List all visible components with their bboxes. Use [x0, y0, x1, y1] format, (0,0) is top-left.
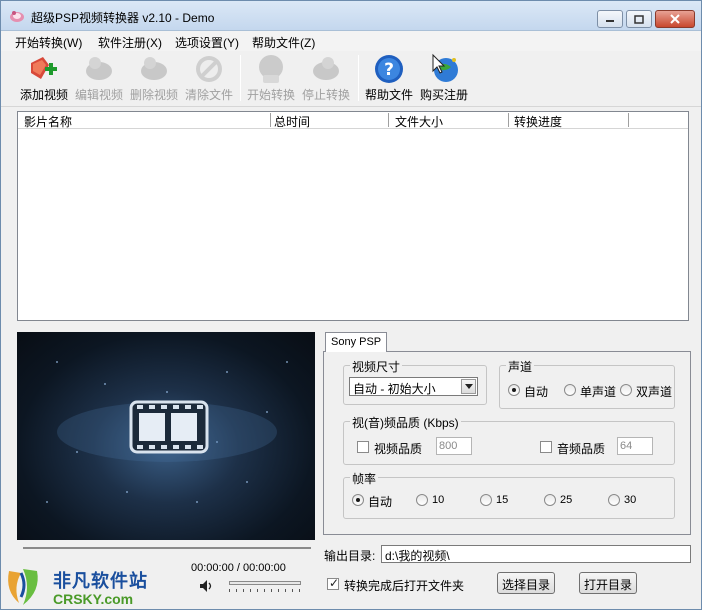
close-button[interactable] — [655, 10, 695, 28]
menu-start-convert[interactable]: 开始转换(W) — [15, 34, 82, 51]
column-divider[interactable] — [270, 113, 271, 127]
open-folder-label: 转换完成后打开文件夹 — [344, 579, 465, 593]
select-dir-button[interactable]: 选择目录 — [497, 572, 555, 594]
delete-video-button[interactable]: 删除视频 — [126, 53, 182, 105]
video-size-select[interactable]: 自动 - 初始大小 — [349, 377, 478, 396]
file-list[interactable]: 影片名称 总时间 文件大小 转换进度 — [17, 111, 689, 321]
framerate-25-label: 25 — [560, 494, 573, 506]
title-bar[interactable]: 超级PSP视频转换器 v2.10 - Demo — [1, 1, 701, 31]
add-video-label: 添加视频 — [19, 88, 68, 102]
toolbar-separator — [240, 55, 241, 101]
column-header-progress[interactable]: 转换进度 — [514, 113, 562, 130]
video-quality-checkbox[interactable] — [357, 441, 369, 453]
video-preview — [17, 332, 315, 540]
framerate-auto-label: 自动 — [368, 495, 393, 509]
close-icon — [670, 14, 680, 24]
globe-cursor-icon — [432, 53, 458, 82]
maximize-icon — [634, 14, 644, 24]
start-convert-label: 开始转换 — [246, 88, 295, 102]
watermark-site-name: 非凡软件站 — [53, 571, 148, 591]
audio-quality-input[interactable]: 64 — [617, 437, 653, 455]
channel-auto-radio[interactable] — [508, 384, 520, 396]
start-convert-icon — [259, 55, 283, 83]
file-list-header: 影片名称 总时间 文件大小 转换进度 — [18, 112, 688, 129]
video-size-value: 自动 - 初始大小 — [353, 382, 436, 396]
playback-time: 00:00:00 / 00:00:00 — [191, 562, 286, 574]
menu-register[interactable]: 软件注册(X) — [98, 34, 162, 51]
add-video-button[interactable]: 添加视频 — [16, 53, 72, 105]
column-divider[interactable] — [508, 113, 509, 127]
menu-options[interactable]: 选项设置(Y) — [175, 34, 239, 51]
open-dir-button[interactable]: 打开目录 — [579, 572, 637, 594]
column-divider[interactable] — [388, 113, 389, 127]
dropdown-button[interactable] — [461, 379, 476, 394]
svg-text:?: ? — [384, 60, 394, 80]
film-reel-icon — [46, 361, 288, 503]
stop-convert-button[interactable]: 停止转换 — [298, 53, 354, 105]
framerate-10-radio[interactable] — [416, 494, 428, 506]
open-folder-checkbox[interactable] — [327, 576, 339, 590]
maximize-button[interactable] — [626, 10, 652, 28]
volume-icon[interactable] — [199, 579, 215, 593]
framerate-30-radio[interactable] — [608, 494, 620, 506]
start-convert-button[interactable]: 开始转换 — [243, 53, 299, 105]
help-icon: ? — [375, 55, 403, 83]
volume-ticks — [229, 589, 301, 592]
output-dir-input[interactable]: d:\我的视频\ — [381, 545, 691, 563]
buy-register-label: 购买注册 — [419, 88, 468, 102]
framerate-15-radio[interactable] — [480, 494, 492, 506]
channel-stereo-label: 双声道 — [636, 385, 673, 399]
framerate-15-label: 15 — [496, 494, 509, 506]
audio-quality-checkbox[interactable] — [540, 441, 552, 453]
minimize-button[interactable] — [597, 10, 623, 28]
help-file-button[interactable]: ? 帮助文件 — [361, 53, 417, 105]
clear-files-button[interactable]: 清除文件 — [181, 53, 237, 105]
video-quality-input[interactable]: 800 — [436, 437, 472, 455]
toolbar-separator — [358, 55, 359, 101]
menu-help[interactable]: 帮助文件(Z) — [252, 34, 315, 51]
minimize-icon — [606, 20, 614, 22]
framerate-25-radio[interactable] — [544, 494, 556, 506]
edit-video-icon — [86, 57, 112, 80]
edit-video-label: 编辑视频 — [74, 88, 123, 102]
channel-auto-label: 自动 — [524, 385, 549, 399]
framerate-title: 帧率 — [350, 470, 379, 487]
window-title: 超级PSP视频转换器 v2.10 - Demo — [31, 11, 215, 25]
quality-title: 视(音)频品质 (Kbps) — [350, 414, 461, 431]
channel-mono-radio[interactable] — [564, 384, 576, 396]
seek-bar[interactable] — [23, 547, 311, 549]
clear-files-label: 清除文件 — [184, 88, 233, 102]
audio-quality-label: 音频品质 — [557, 442, 606, 456]
volume-slider[interactable] — [229, 581, 301, 585]
help-file-label: 帮助文件 — [364, 88, 413, 102]
app-logo-icon — [10, 11, 24, 22]
toolbar: 添加视频 编辑视频 删除视频 清除文件 开始转换 停止转换 ? 帮助文件 购买注… — [1, 51, 701, 107]
video-quality-label: 视频品质 — [374, 442, 423, 456]
column-header-duration[interactable]: 总时间 — [274, 113, 310, 130]
chevron-down-icon — [464, 384, 473, 389]
video-size-title: 视频尺寸 — [350, 358, 403, 375]
stop-convert-label: 停止转换 — [301, 88, 350, 102]
watermark-domain: CRSKY.com — [53, 591, 134, 607]
channel-mono-label: 单声道 — [580, 385, 617, 399]
framerate-auto-radio[interactable] — [352, 494, 364, 506]
column-header-size[interactable]: 文件大小 — [395, 113, 443, 130]
delete-video-icon — [141, 57, 167, 80]
output-dir-label: 输出目录: — [324, 549, 376, 563]
menu-bar: 开始转换(W) 软件注册(X) 选项设置(Y) 帮助文件(Z) — [1, 31, 701, 51]
stop-convert-icon — [313, 57, 339, 80]
add-video-icon — [31, 57, 57, 79]
clear-files-icon — [196, 56, 222, 82]
channel-stereo-radio[interactable] — [620, 384, 632, 396]
app-window: 超级PSP视频转换器 v2.10 - Demo 开始转换(W) 软件注册(X) … — [0, 0, 702, 610]
framerate-10-label: 10 — [432, 494, 445, 506]
framerate-30-label: 30 — [624, 494, 637, 506]
edit-video-button[interactable]: 编辑视频 — [71, 53, 127, 105]
delete-video-label: 删除视频 — [129, 88, 178, 102]
buy-register-button[interactable]: 购买注册 — [416, 53, 472, 105]
tab-sony-psp[interactable]: Sony PSP — [325, 332, 387, 352]
channel-title: 声道 — [506, 358, 535, 375]
column-divider[interactable] — [628, 113, 629, 127]
column-header-name[interactable]: 影片名称 — [24, 113, 72, 130]
